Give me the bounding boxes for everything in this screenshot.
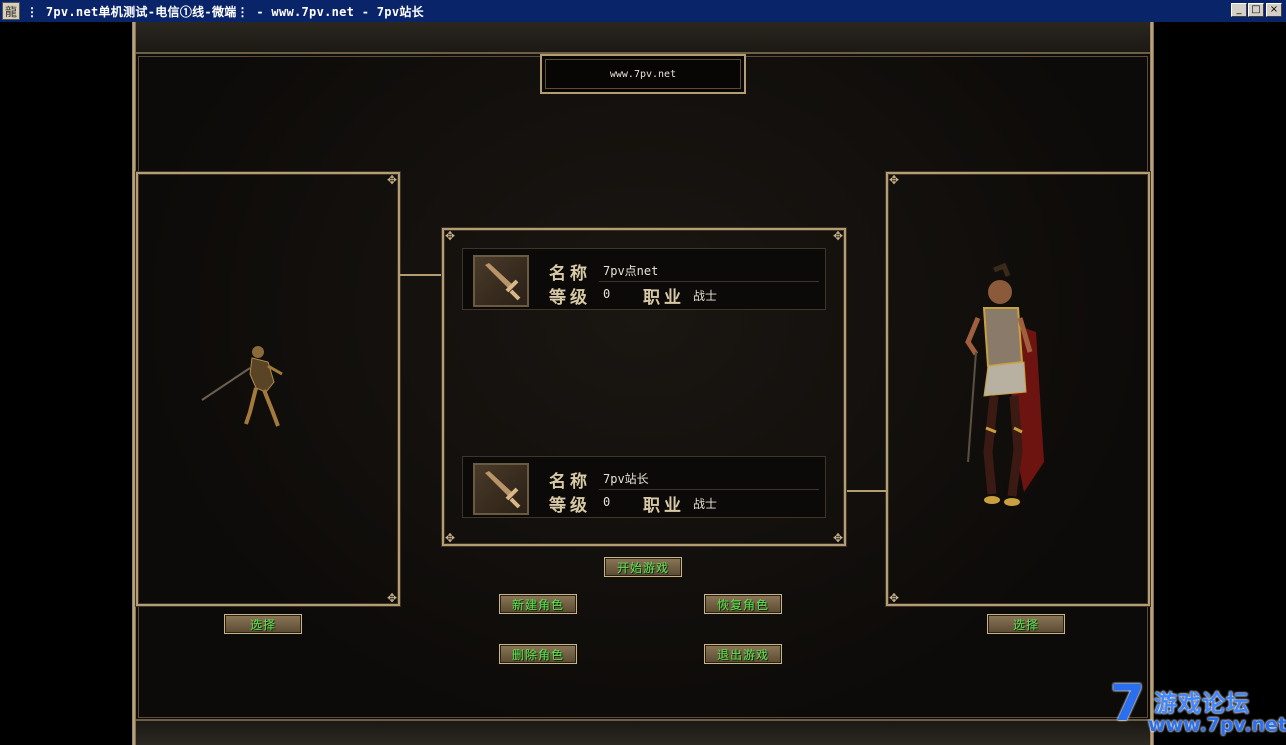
character-job: 战士	[693, 289, 718, 303]
corner-ornament-icon: ✥	[832, 229, 844, 243]
select-left-button[interactable]: 选择	[224, 614, 302, 634]
top-decor-strip	[132, 22, 1154, 54]
female-warrior-sprite-icon	[965, 262, 1044, 506]
window-controls: _ □ ×	[1230, 3, 1282, 17]
character-slot-2[interactable]: 名称 7pv站长 等级 0 职业 战士	[462, 456, 826, 518]
minimize-button[interactable]: _	[1231, 3, 1247, 17]
corner-ornament-icon: ✥	[386, 591, 398, 605]
corner-ornament-icon: ✥	[444, 229, 456, 243]
window-title-bar[interactable]: 龍 ⋮ 7pv.net单机测试-电信①线-微端⋮ - www.7pv.net -…	[0, 0, 1286, 22]
male-warrior-sprite-icon	[201, 346, 283, 427]
character-job: 战士	[693, 497, 718, 511]
name-label: 名称	[549, 264, 591, 284]
bottom-decor-strip	[132, 719, 1154, 745]
connector-line	[400, 274, 444, 276]
job-label: 职业	[643, 496, 685, 516]
watermark-logo: 7 游戏论坛 www.7pv.net	[1110, 674, 1286, 736]
character-list-panel: ✥ ✥ ✥ ✥ 名称 7pv点net 等级 0 职业 战士 名称 7pv站长 等…	[442, 228, 846, 546]
restore-character-button[interactable]: 恢复角色	[704, 594, 782, 614]
exit-game-button[interactable]: 退出游戏	[704, 644, 782, 664]
corner-ornament-icon: ✥	[888, 591, 900, 605]
character-select-screen: www.7pv.net ✥ ✥ ✥ ✥ ✥ ✥ ✥ ✥ 名称 7pv点net 等…	[132, 22, 1154, 745]
character-level: 0	[603, 495, 611, 509]
delete-character-button[interactable]: 删除角色	[499, 644, 577, 664]
close-button[interactable]: ×	[1266, 3, 1282, 17]
corner-ornament-icon: ✥	[444, 531, 456, 545]
right-border	[1150, 22, 1154, 745]
character-slot-1[interactable]: 名称 7pv点net 等级 0 职业 战士	[462, 248, 826, 310]
connector-line	[844, 490, 888, 492]
maximize-button[interactable]: □	[1248, 3, 1264, 17]
character-level: 0	[603, 287, 611, 301]
new-character-button[interactable]: 新建角色	[499, 594, 577, 614]
url-banner: www.7pv.net	[540, 54, 746, 94]
level-label: 等级	[549, 288, 591, 308]
select-right-button[interactable]: 选择	[987, 614, 1065, 634]
level-label: 等级	[549, 496, 591, 516]
name-label: 名称	[549, 472, 591, 492]
character-name: 7pv点net	[603, 264, 659, 278]
app-icon[interactable]: 龍	[2, 2, 20, 20]
corner-ornament-icon: ✥	[386, 173, 398, 187]
window-title: ⋮ 7pv.net单机测试-电信①线-微端⋮ - www.7pv.net - 7…	[26, 4, 424, 19]
character-name: 7pv站长	[603, 472, 649, 486]
sword-icon	[473, 463, 529, 515]
corner-ornament-icon: ✥	[832, 531, 844, 545]
corner-ornament-icon: ✥	[888, 173, 900, 187]
sword-icon	[473, 255, 529, 307]
start-game-button[interactable]: 开始游戏	[604, 557, 682, 577]
job-label: 职业	[643, 288, 685, 308]
